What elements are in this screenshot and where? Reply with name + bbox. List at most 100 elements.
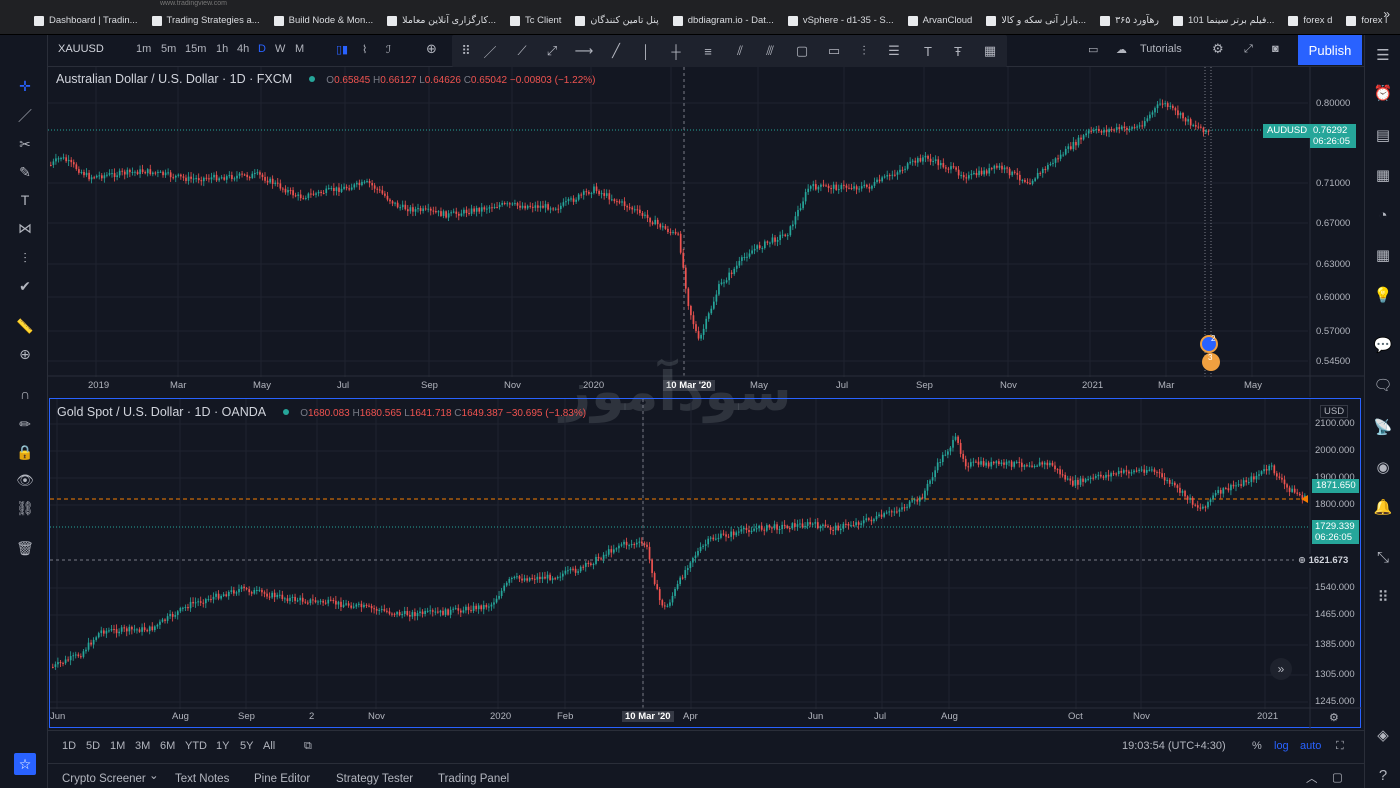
range-1D[interactable]: 1D [62,740,76,752]
percent-toggle[interactable]: % [1252,740,1262,752]
trend-icon[interactable]: ⤡ [1371,545,1395,569]
bookmark-item[interactable]: پنل تامین کنندگان [575,15,659,26]
bookmark-item[interactable]: بازار آنی سکه و کالا... [986,15,1086,26]
brush-tool-icon[interactable]: ✎ [14,161,36,183]
tab-pine-editor[interactable]: Pine Editor [254,773,310,785]
bookmark-item[interactable]: Dashboard | Tradin... [34,15,138,26]
bookmark-item[interactable]: dbdiagram.io - Dat... [672,15,774,26]
parallel-channel-icon[interactable]: ≡ [698,41,718,61]
data-window-icon[interactable]: ▤ [1371,123,1395,147]
bookmark-item[interactable]: رهآورد ۳۶۵ [1100,15,1159,26]
anchored-text-icon[interactable]: Ŧ [948,41,968,61]
candles-chart-type-icon[interactable]: ▯▮ [336,43,348,56]
indicators-icon[interactable]: ℐ [386,43,391,56]
interval-15m[interactable]: 15m [185,43,206,55]
pattern-tool-icon[interactable]: ⋈ [14,217,36,239]
bookmark-item[interactable]: forex l [1346,15,1387,26]
lock-icon[interactable]: 🔒 [14,441,36,463]
event-badge[interactable]: 2 3 [1198,334,1220,373]
bookmark-item[interactable]: Build Node & Mon... [273,15,373,26]
info-line-icon[interactable]: ╱ [606,41,626,61]
trash-icon[interactable]: 🗑 [14,537,36,559]
date-range-icon[interactable]: ☰ [884,41,904,61]
prediction-tool-icon[interactable]: ⫶ [14,247,36,269]
price-range-icon[interactable]: ⫶ [854,41,874,61]
eye-icon[interactable]: 👁 [14,469,36,491]
broadcast-icon[interactable]: ◉ [1371,455,1395,479]
auto-toggle[interactable]: auto [1300,740,1321,752]
cross-line-icon[interactable]: ┼ [666,41,686,61]
regression-trend-icon[interactable]: ⫽ [730,41,750,61]
currency-label[interactable]: USD [1320,405,1349,418]
trend-line-tool-icon[interactable]: ／ [14,105,36,127]
clock-label[interactable]: 19:03:54 (UTC+4:30) [1122,740,1226,752]
grid-icon[interactable]: ▦ [980,41,1000,61]
url-bar[interactable]: www.tradingview.com [160,0,227,7]
xauusd-time-axis[interactable]: Jun Aug Sep 2 Nov 2020 Feb 10 Mar '20 Apr Jun Jul A… [50,711,1312,727]
range-1M[interactable]: 1M [110,740,125,752]
hotlist-icon[interactable]: ◔ [1371,203,1395,227]
add-alert-plus-icon[interactable]: ⊕ [1298,555,1306,566]
publish-button[interactable]: Publish [1298,35,1362,65]
zoom-in-icon[interactable]: ⊕ [14,343,36,365]
scroll-to-realtime-button[interactable]: » [1270,658,1292,680]
range-1Y[interactable]: 1Y [216,740,229,752]
go-to-date-icon[interactable]: ⧉ [304,740,312,753]
range-5Y[interactable]: 5Y [240,740,253,752]
compare-icon[interactable]: ⌇ [362,43,367,56]
extended-line-icon[interactable]: ⤢ [542,41,562,61]
range-All[interactable]: All [263,740,275,752]
crosshair-icon[interactable]: ✛ [14,75,36,97]
lock-drawing-icon[interactable]: ✏ [14,413,36,435]
favorite-star-icon[interactable]: ☆ [14,753,36,775]
calendar-icon[interactable]: ▦ [1371,163,1395,187]
range-5D[interactable]: 5D [86,740,100,752]
xauusd-chart[interactable] [50,399,1362,729]
cloud-icon[interactable]: ☁ [1116,43,1127,56]
bookmark-item[interactable]: ArvanCloud [907,15,972,26]
fib-tool-icon[interactable]: ✂ [14,133,36,155]
messages-icon[interactable]: 🗨 [1371,373,1395,397]
checkmark-icon[interactable]: ✔ [14,275,36,297]
alert-clock-icon[interactable]: ⏰ [1371,81,1395,105]
help-icon[interactable]: ? [1371,763,1395,787]
interval-M[interactable]: M [295,43,304,55]
settings-gear-icon[interactable]: ⚙ [1212,41,1224,57]
bookmarks-more-button[interactable]: » [1383,7,1390,21]
audusd-title[interactable]: Australian Dollar / U.S. Dollar · 1D · F… [56,72,292,86]
collapse-panel-icon[interactable]: ︿ [1306,770,1318,786]
range-YTD[interactable]: YTD [185,740,207,752]
callout-icon[interactable]: ▭ [824,41,844,61]
magnet-icon[interactable]: ∩ [14,383,36,405]
vertical-line-icon[interactable]: │ [636,41,656,61]
ideas-bulb-icon[interactable]: 💡 [1371,283,1395,307]
trend-line-icon[interactable]: ／ [480,41,500,61]
xauusd-pane[interactable]: Gold Spot / U.S. Dollar · 1D · OANDA O16… [49,398,1362,729]
bookmark-item[interactable]: 101 فیلم برتر سینما... [1172,15,1274,26]
tab-trading-panel[interactable]: Trading Panel [438,773,509,785]
xauusd-title[interactable]: Gold Spot / U.S. Dollar · 1D · OANDA [57,405,266,419]
range-6M[interactable]: 6M [160,740,175,752]
maximize-panel-icon[interactable]: ▢ [1332,770,1343,784]
audusd-pane[interactable]: Australian Dollar / U.S. Dollar · 1D · F… [48,67,1364,397]
bookmark-item[interactable]: کارگزاری آنلاین معاملا... [387,15,496,26]
bookmark-item[interactable]: Tc Client [509,15,561,26]
text-icon[interactable]: T [918,41,938,61]
audusd-chart[interactable] [48,67,1364,397]
tutorials-link[interactable]: Tutorials [1140,43,1182,55]
interval-1h[interactable]: 1h [216,43,228,55]
tab-strategy-tester[interactable]: Strategy Tester [336,773,413,785]
symbol-search[interactable]: XAUUSD [58,43,104,55]
bookmark-item[interactable]: vSphere - d1-35 - S... [787,15,894,26]
streams-icon[interactable]: 📡 [1371,415,1395,439]
bookmark-item[interactable]: Trading Strategies a... [151,15,260,26]
chat-icon[interactable]: 💬 [1371,333,1395,357]
bookmark-item[interactable]: forex d [1288,15,1332,26]
camera-icon[interactable]: ◙ [1272,43,1279,55]
rectangle-icon[interactable]: ▢ [792,41,812,61]
drag-handle-icon[interactable]: ⠿ [456,41,476,61]
axis-settings-gear-icon[interactable]: ⚙ [1329,711,1339,724]
drag-dots-icon[interactable]: ⠿ [1371,585,1395,609]
fullscreen-bottom-icon[interactable]: ⛶ [1336,740,1344,753]
interval-4h[interactable]: 4h [237,43,249,55]
